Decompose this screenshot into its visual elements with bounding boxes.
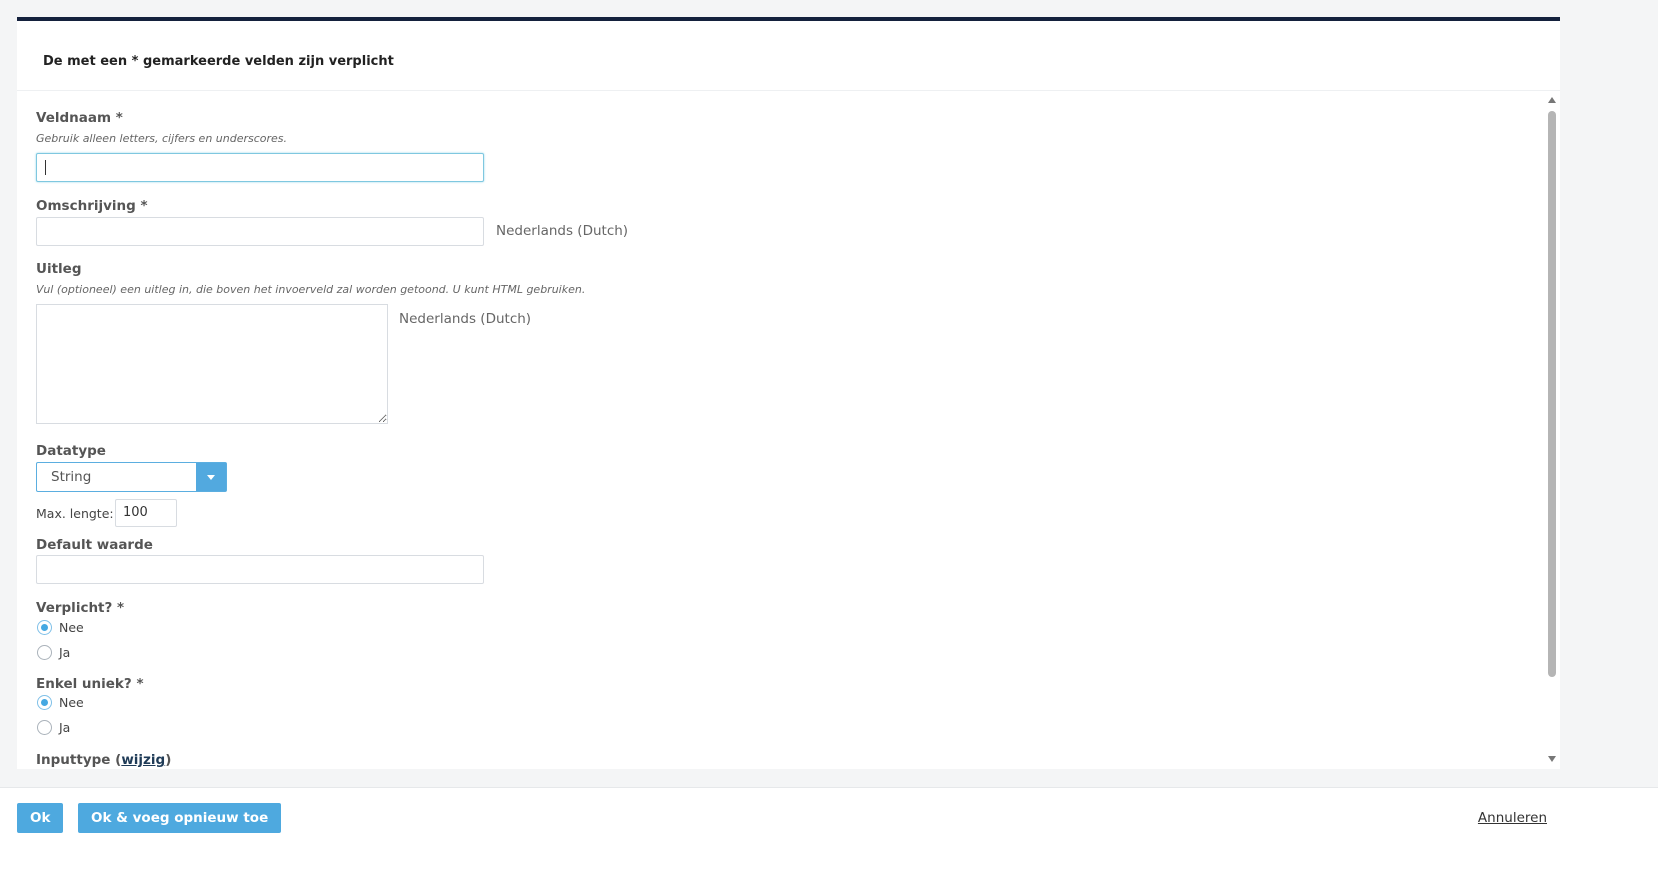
uitleg-label: Uitleg <box>36 261 82 277</box>
scroll-down-icon[interactable] <box>1548 756 1556 762</box>
enkel-uniek-label: Enkel uniek? * <box>36 676 144 692</box>
datatype-selected-value: String <box>51 469 92 485</box>
enkel-uniek-ja-label[interactable]: Ja <box>59 720 70 735</box>
dialog-footer: Ok Ok & voeg opnieuw toe Annuleren <box>0 787 1658 890</box>
verplicht-nee-radio[interactable] <box>37 620 52 635</box>
veldnaam-input[interactable] <box>36 153 484 182</box>
datatype-select[interactable]: String <box>36 462 227 492</box>
verplicht-nee-label[interactable]: Nee <box>59 620 84 635</box>
uitleg-textarea[interactable] <box>36 304 388 424</box>
form-scroll-area: Veldnaam * Gebruik alleen letters, cijfe… <box>17 92 1560 769</box>
omschrijving-language: Nederlands (Dutch) <box>496 223 629 239</box>
max-lengte-label: Max. lengte: <box>36 506 114 521</box>
verplicht-label: Verplicht? * <box>36 600 125 616</box>
dialog: De met een * gemarkeerde velden zijn ver… <box>17 17 1560 769</box>
scroll-up-icon[interactable] <box>1548 97 1556 103</box>
ok-add-again-button[interactable]: Ok & voeg opnieuw toe <box>78 803 282 833</box>
enkel-uniek-nee-radio[interactable] <box>37 695 52 710</box>
omschrijving-label: Omschrijving * <box>36 198 148 214</box>
enkel-uniek-ja-radio[interactable] <box>37 720 52 735</box>
datatype-label: Datatype <box>36 443 106 459</box>
default-waarde-label: Default waarde <box>36 537 153 553</box>
verplicht-ja-label[interactable]: Ja <box>59 645 70 660</box>
veldnaam-label: Veldnaam * <box>36 110 123 126</box>
inputtype-label: Inputtype (wijzig) <box>36 752 172 768</box>
vertical-scrollbar[interactable] <box>1547 97 1558 762</box>
scrollbar-thumb[interactable] <box>1548 111 1556 677</box>
required-notice: De met een * gemarkeerde velden zijn ver… <box>17 21 1560 91</box>
text-cursor <box>45 160 46 175</box>
default-waarde-input[interactable] <box>36 555 484 584</box>
chevron-down-icon[interactable] <box>196 463 226 491</box>
wijzig-link[interactable]: wijzig <box>121 752 165 768</box>
omschrijving-input[interactable] <box>36 217 484 246</box>
max-lengte-input[interactable]: 100 <box>115 499 177 527</box>
verplicht-ja-radio[interactable] <box>37 645 52 660</box>
veldnaam-help: Gebruik alleen letters, cijfers en under… <box>36 132 288 145</box>
uitleg-language: Nederlands (Dutch) <box>399 311 532 327</box>
cancel-link[interactable]: Annuleren <box>1478 810 1547 826</box>
enkel-uniek-nee-label[interactable]: Nee <box>59 695 84 710</box>
ok-button[interactable]: Ok <box>17 803 64 833</box>
uitleg-help: Vul (optioneel) een uitleg in, die boven… <box>36 283 586 296</box>
